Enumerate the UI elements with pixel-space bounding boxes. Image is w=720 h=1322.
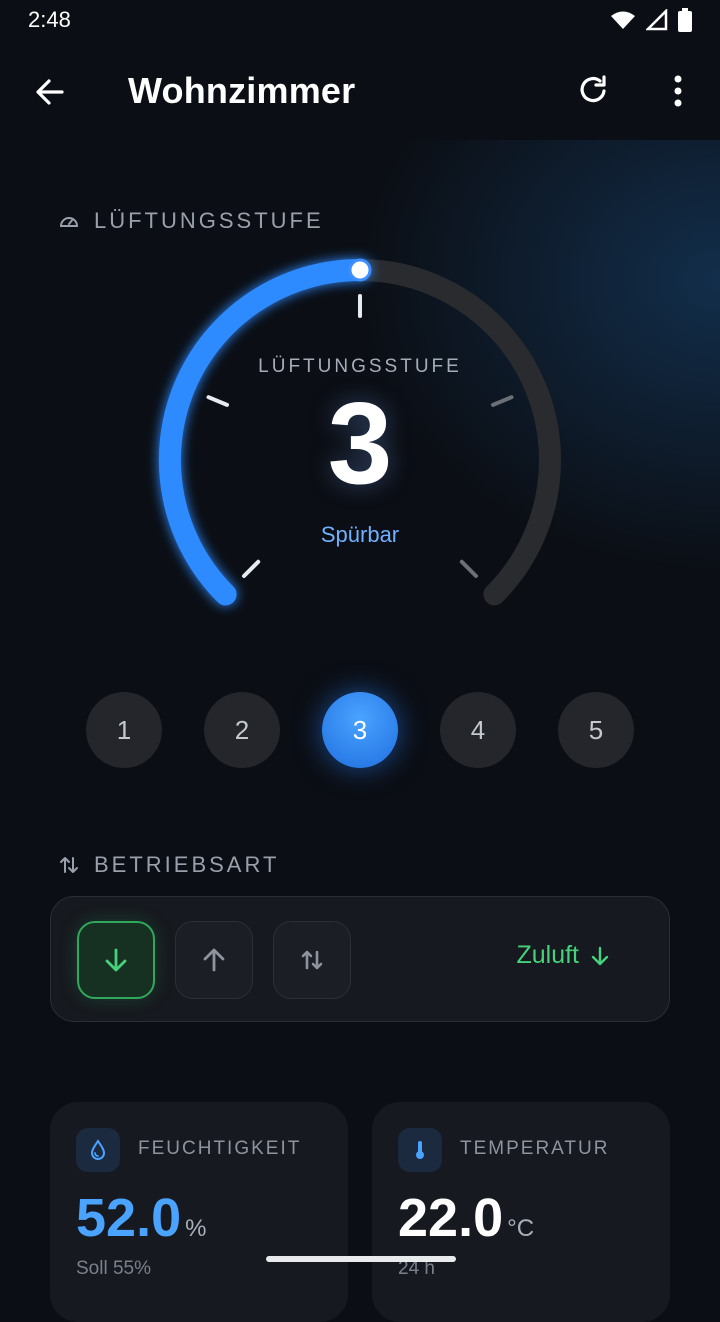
thermometer-icon — [398, 1128, 442, 1172]
arrow-down-icon — [105, 948, 127, 972]
temperature-title: TEMPERATUR — [460, 1138, 610, 1159]
swap-vertical-icon — [58, 854, 80, 876]
status-bar: 2:48 — [0, 0, 720, 40]
back-button[interactable] — [30, 72, 70, 112]
home-indicator[interactable] — [266, 1256, 456, 1262]
humidity-target: Soll 55% — [76, 1258, 151, 1279]
ventilation-gauge[interactable]: LÜFTUNGSSTUFE 3 Spürbar — [120, 230, 600, 650]
level-button-2[interactable]: 2 — [204, 692, 280, 768]
gauge-tick-5 — [459, 559, 478, 578]
arrow-down-icon — [591, 946, 609, 965]
refresh-button[interactable] — [574, 70, 614, 110]
level-button-4[interactable]: 4 — [440, 692, 516, 768]
mode-section-header: BETRIEBSART — [58, 852, 279, 878]
humidity-value-row: 52.0% — [76, 1186, 206, 1261]
mode-balanced-button[interactable] — [273, 921, 351, 999]
temperature-unit: °C — [507, 1215, 535, 1242]
gauge-level-description: Spürbar — [320, 522, 400, 547]
water-drop-icon — [76, 1128, 120, 1172]
mode-current-label: Zuluft — [516, 941, 611, 970]
mode-current-text: Zuluft — [516, 941, 579, 969]
mode-exhaust-button[interactable] — [175, 921, 253, 999]
gauge-label: LÜFTUNGSSTUFE — [258, 356, 462, 377]
mode-card: Zuluft — [50, 896, 670, 1022]
back-arrow-icon — [36, 79, 64, 105]
mode-supply-button[interactable] — [77, 921, 155, 999]
humidity-title: FEUCHTIGKEIT — [138, 1138, 302, 1159]
temperature-value-row: 22.0 °C — [398, 1186, 534, 1261]
battery-icon — [678, 8, 692, 32]
wifi-icon — [611, 11, 635, 29]
more-options-button[interactable] — [660, 70, 696, 110]
mode-section-title: BETRIEBSART — [94, 852, 280, 877]
level-button-3[interactable]: 3 — [322, 692, 398, 768]
level-button-5[interactable]: 5 — [558, 692, 634, 768]
arrow-up-icon — [203, 948, 225, 972]
humidity-card[interactable]: FEUCHTIGKEIT 52.0% Soll 55% — [50, 1102, 348, 1322]
page-title: Wohnzimmer — [128, 70, 356, 111]
status-time: 2:48 — [28, 7, 71, 32]
level-selector: 1 2 3 4 5 — [86, 692, 636, 770]
gauge-tick-1 — [242, 559, 261, 578]
humidity-value: 52.0 — [76, 1188, 182, 1248]
speedometer-icon — [58, 210, 80, 232]
app-bar: Wohnzimmer — [0, 40, 720, 140]
refresh-icon — [580, 75, 606, 103]
temperature-value: 22.0 — [398, 1188, 504, 1248]
gauge-knob[interactable] — [348, 258, 372, 282]
gauge-level-value: 3 — [327, 378, 393, 508]
more-vert-icon — [674, 75, 682, 107]
level-button-1[interactable]: 1 — [86, 692, 162, 768]
cell-signal-icon — [646, 9, 668, 31]
humidity-unit: % — [185, 1215, 207, 1242]
swap-vertical-icon — [301, 950, 323, 970]
temperature-card[interactable]: TEMPERATUR 22.0 °C 24 h — [372, 1102, 670, 1322]
